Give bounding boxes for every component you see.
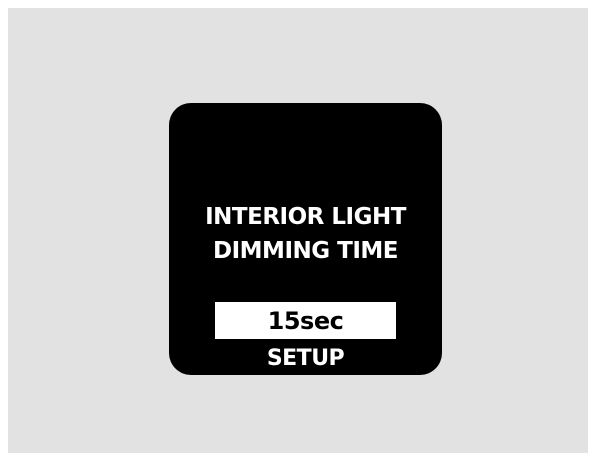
background-frame: INTERIOR LIGHT DIMMING TIME 15sec SETUP xyxy=(8,8,588,453)
setting-title: INTERIOR LIGHT DIMMING TIME xyxy=(169,200,442,268)
setting-title-line-2: DIMMING TIME xyxy=(213,238,398,264)
setup-label[interactable]: SETUP xyxy=(169,345,442,373)
setting-title-line-1: INTERIOR LIGHT xyxy=(205,204,406,230)
dimming-time-value[interactable]: 15sec xyxy=(215,302,396,339)
info-display-screen: INTERIOR LIGHT DIMMING TIME 15sec SETUP xyxy=(169,103,442,375)
